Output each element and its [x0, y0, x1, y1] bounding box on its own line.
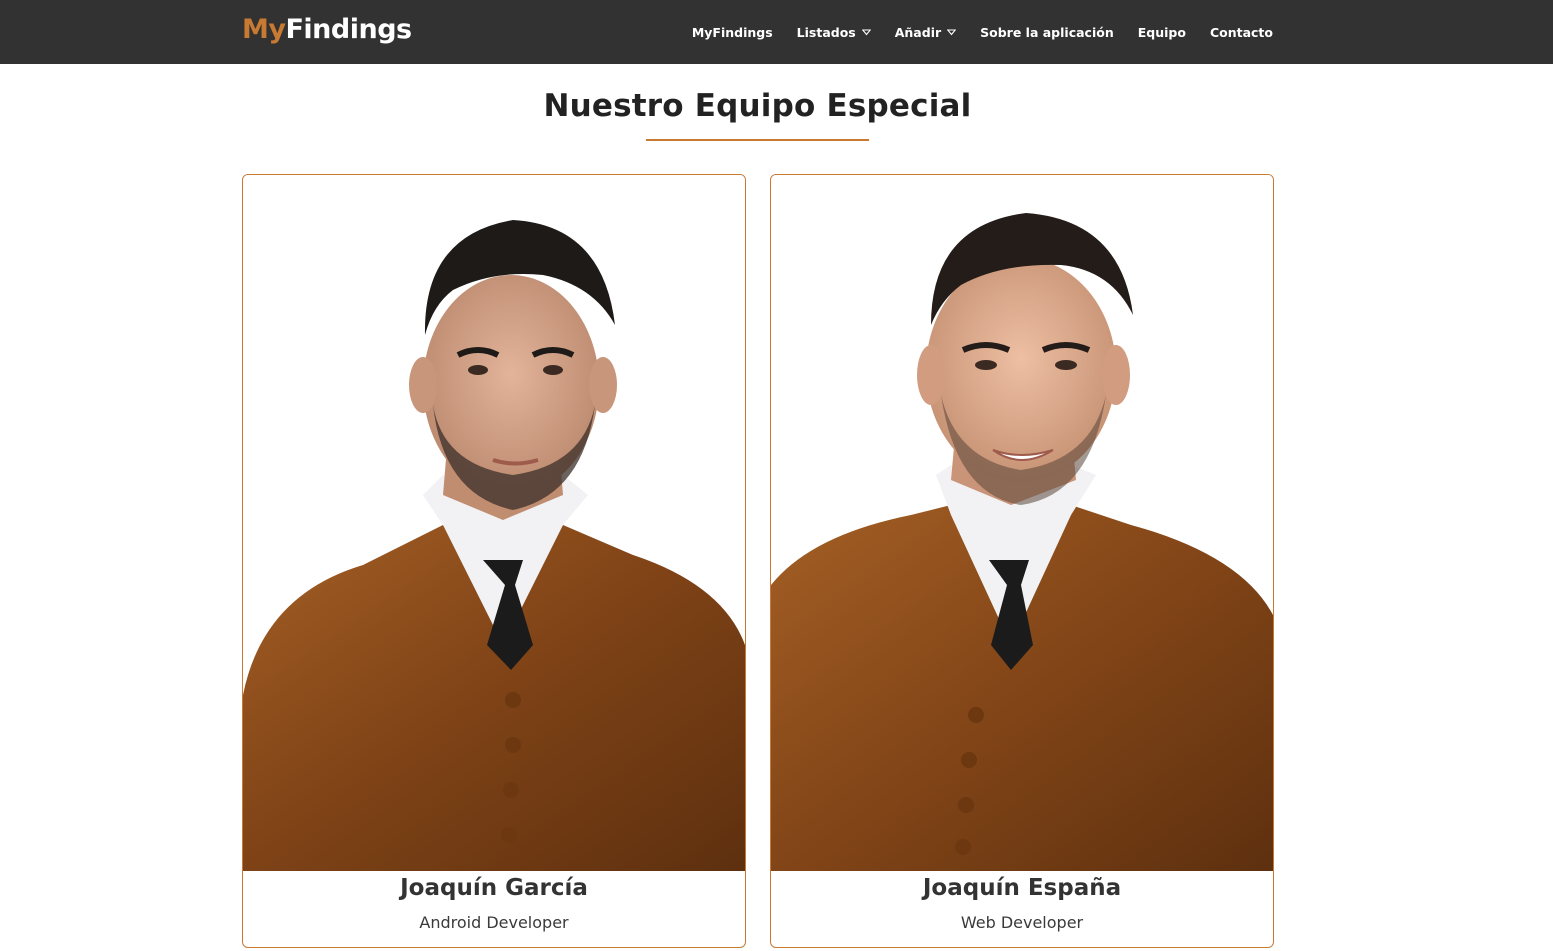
nav-item-listados[interactable]: Listados [797, 25, 871, 40]
brand-part-my: My [242, 14, 286, 45]
team-card: Joaquín España Web Developer [770, 174, 1274, 948]
nav-item-anadir[interactable]: Añadir [894, 24, 957, 40]
nav-item-label: Listados [796, 24, 856, 40]
member-photo [243, 175, 745, 871]
nav-item-label: Sobre la aplicación [980, 24, 1114, 40]
nav-item-contacto[interactable]: Contacto [1210, 25, 1273, 40]
nav-item-label: MyFindings [691, 24, 773, 40]
nav-item-sobre[interactable]: Sobre la aplicación [980, 25, 1114, 40]
title-underline [646, 139, 869, 141]
member-name: Joaquín García [400, 875, 588, 901]
nav-item-label: Equipo [1137, 24, 1186, 40]
brand-logo[interactable]: MyFindings [242, 12, 412, 48]
nav-item-myfindings[interactable]: MyFindings [692, 25, 773, 40]
nav-item-equipo[interactable]: Equipo [1138, 25, 1186, 40]
brand-part-findings: Findings [285, 14, 412, 45]
page-title: Nuestro Equipo Especial [543, 88, 972, 124]
member-name: Joaquín España [922, 875, 1122, 901]
chevron-down-icon [861, 28, 871, 35]
nav-item-label: Contacto [1209, 24, 1273, 40]
nav-item-label: Añadir [894, 24, 942, 40]
member-role: Android Developer [419, 913, 569, 932]
main-nav: MyFindings Listados Añadir Sobre la apli… [692, 0, 1273, 64]
navbar: MyFindings MyFindings Listados Añadir So… [0, 0, 1553, 64]
member-photo [771, 175, 1273, 871]
member-role: Web Developer [960, 913, 1084, 932]
team-card: Joaquín García Android Developer [242, 174, 746, 948]
chevron-down-icon [947, 28, 957, 35]
